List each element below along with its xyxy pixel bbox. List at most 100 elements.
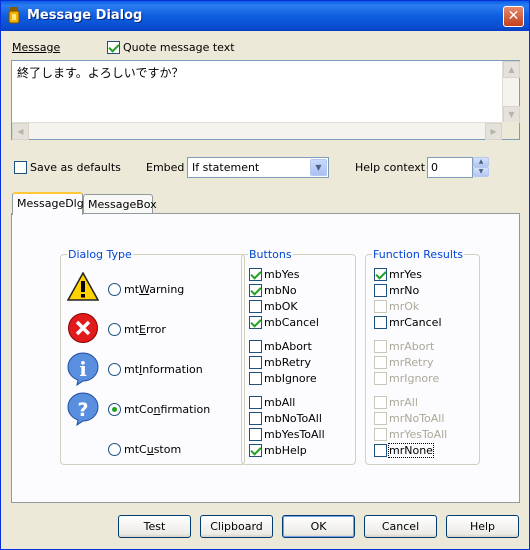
mbno-label[interactable]: mbNo <box>264 284 297 297</box>
mrok-label: mrOk <box>389 300 420 313</box>
mtinformation-label[interactable]: mtInformation <box>124 363 203 376</box>
function-results-title: Function Results <box>372 248 465 261</box>
mbno-checkbox[interactable] <box>249 284 262 297</box>
mbcancel-label[interactable]: mbCancel <box>264 316 319 329</box>
mtcustom-label[interactable]: mtCustom <box>124 443 181 456</box>
mbok-checkbox[interactable] <box>249 300 262 313</box>
radio-mtconfirmation[interactable] <box>108 403 121 416</box>
mbhelp-checkbox[interactable] <box>249 444 262 457</box>
clipboard-button[interactable]: Clipboard <box>200 515 273 538</box>
error-icon <box>68 313 98 343</box>
svg-text:i: i <box>79 357 87 381</box>
scroll-corner <box>502 122 519 139</box>
tab-messagebox[interactable]: MessageBox <box>83 194 157 214</box>
mrcancel-label[interactable]: mrCancel <box>389 316 442 329</box>
scroll-down-icon[interactable]: ▼ <box>503 106 520 123</box>
messagedlg-tab-page: Dialog Type mtWarning mtError i mtInform… <box>11 213 520 503</box>
help-context-input[interactable]: 0 <box>427 157 473 178</box>
radio-mtinformation[interactable] <box>108 363 121 376</box>
message-dialog-window: Message Dialog ✕ Message Quote message t… <box>0 0 530 550</box>
mbyes-label[interactable]: mbYes <box>264 268 299 281</box>
mbyestoall-label[interactable]: mbYesToAll <box>264 428 325 441</box>
mrignore-label: mrIgnore <box>389 372 440 385</box>
function-results-group: Function Results mrYes mrNo mrOk mrCance… <box>365 248 480 465</box>
quote-message-checkbox[interactable] <box>107 41 120 54</box>
mryestoall-label: mrYesToAll <box>389 428 448 441</box>
ok-button[interactable]: OK <box>282 515 355 538</box>
help-button[interactable]: Help <box>446 515 519 538</box>
mrall-label: mrAll <box>389 396 418 409</box>
message-text: 終了します。よろしいですか？ <box>17 66 184 80</box>
embed-label: Embed <box>146 161 185 174</box>
mbyes-checkbox[interactable] <box>249 268 262 281</box>
buttons-group: Buttons mbYes mbNo mbOK mbCancel mbAbort… <box>241 248 356 465</box>
mrretry-checkbox <box>374 356 387 369</box>
chevron-down-icon[interactable]: ▼ <box>310 159 327 176</box>
mryes-checkbox[interactable] <box>374 268 387 281</box>
mryes-label[interactable]: mrYes <box>389 268 422 281</box>
confirmation-icon: ? <box>67 392 99 426</box>
cancel-button[interactable]: Cancel <box>364 515 437 538</box>
mrnone-label[interactable]: mrNone <box>388 443 434 458</box>
mrignore-checkbox <box>374 372 387 385</box>
mrall-checkbox <box>374 396 387 409</box>
information-icon: i <box>67 352 99 386</box>
radio-mtwarning[interactable] <box>108 283 121 296</box>
warning-icon <box>67 272 99 301</box>
mrnotoall-checkbox <box>374 412 387 425</box>
mrno-label[interactable]: mrNo <box>389 284 419 297</box>
message-label: Message <box>12 41 61 54</box>
mrnone-checkbox[interactable] <box>374 444 387 457</box>
mrok-checkbox <box>374 300 387 313</box>
mbabort-label[interactable]: mbAbort <box>264 340 312 353</box>
scroll-up-icon[interactable]: ▲ <box>503 61 520 78</box>
mbretry-checkbox[interactable] <box>249 356 262 369</box>
test-button[interactable]: Test <box>118 515 191 538</box>
mbhelp-label[interactable]: mbHelp <box>264 444 307 457</box>
help-context-value: 0 <box>431 161 438 174</box>
mtconfirmation-label[interactable]: mtConfirmation <box>124 403 210 416</box>
save-defaults-checkbox[interactable] <box>14 161 27 174</box>
mbabort-checkbox[interactable] <box>249 340 262 353</box>
mrabort-label: mrAbort <box>389 340 435 353</box>
app-icon <box>8 7 20 24</box>
mbyestoall-checkbox[interactable] <box>249 428 262 441</box>
close-icon[interactable]: ✕ <box>503 6 524 27</box>
dialog-type-title: Dialog Type <box>67 248 133 261</box>
mball-label[interactable]: mbAll <box>264 396 295 409</box>
mball-checkbox[interactable] <box>249 396 262 409</box>
tab-messagedlg[interactable]: MessageDlg <box>12 192 84 215</box>
embed-select[interactable]: If statement ▼ <box>187 157 329 178</box>
mterror-label[interactable]: mtError <box>124 323 166 336</box>
mrcancel-checkbox[interactable] <box>374 316 387 329</box>
horizontal-scrollbar[interactable]: ◀ ▶ <box>12 122 502 140</box>
mrnotoall-label: mrNoToAll <box>389 412 445 425</box>
mbnotoall-checkbox[interactable] <box>249 412 262 425</box>
radio-mterror[interactable] <box>108 323 121 336</box>
scroll-right-icon[interactable]: ▶ <box>485 123 502 140</box>
mbnotoall-label[interactable]: mbNoToAll <box>264 412 322 425</box>
scroll-left-icon[interactable]: ◀ <box>12 123 29 140</box>
mbok-label[interactable]: mbOK <box>264 300 298 313</box>
window-title: Message Dialog <box>27 8 143 23</box>
vertical-scrollbar[interactable]: ▲ ▼ <box>502 61 520 123</box>
radio-mtcustom[interactable] <box>108 443 121 456</box>
spin-up-icon[interactable]: ▲ <box>473 157 489 167</box>
title-bar[interactable]: Message Dialog ✕ <box>1 1 529 31</box>
spin-down-icon[interactable]: ▼ <box>473 167 489 177</box>
mbcancel-checkbox[interactable] <box>249 316 262 329</box>
mryestoall-checkbox <box>374 428 387 441</box>
embed-select-value: If statement <box>192 161 260 174</box>
mbignore-checkbox[interactable] <box>249 372 262 385</box>
buttons-group-title: Buttons <box>248 248 293 261</box>
dialog-type-group: Dialog Type mtWarning mtError i mtInform… <box>60 248 245 465</box>
save-defaults-label[interactable]: Save as defaults <box>30 161 121 174</box>
quote-message-label[interactable]: Quote message text <box>123 41 235 54</box>
help-context-spinner[interactable]: ▲ ▼ <box>473 157 489 178</box>
message-textarea[interactable]: 終了します。よろしいですか？ ▲ ▼ ◀ ▶ <box>11 60 520 140</box>
mrno-checkbox[interactable] <box>374 284 387 297</box>
mrretry-label: mrRetry <box>389 356 434 369</box>
mtwarning-label[interactable]: mtWarning <box>124 283 184 296</box>
mbretry-label[interactable]: mbRetry <box>264 356 311 369</box>
mbignore-label[interactable]: mbIgnore <box>264 372 317 385</box>
